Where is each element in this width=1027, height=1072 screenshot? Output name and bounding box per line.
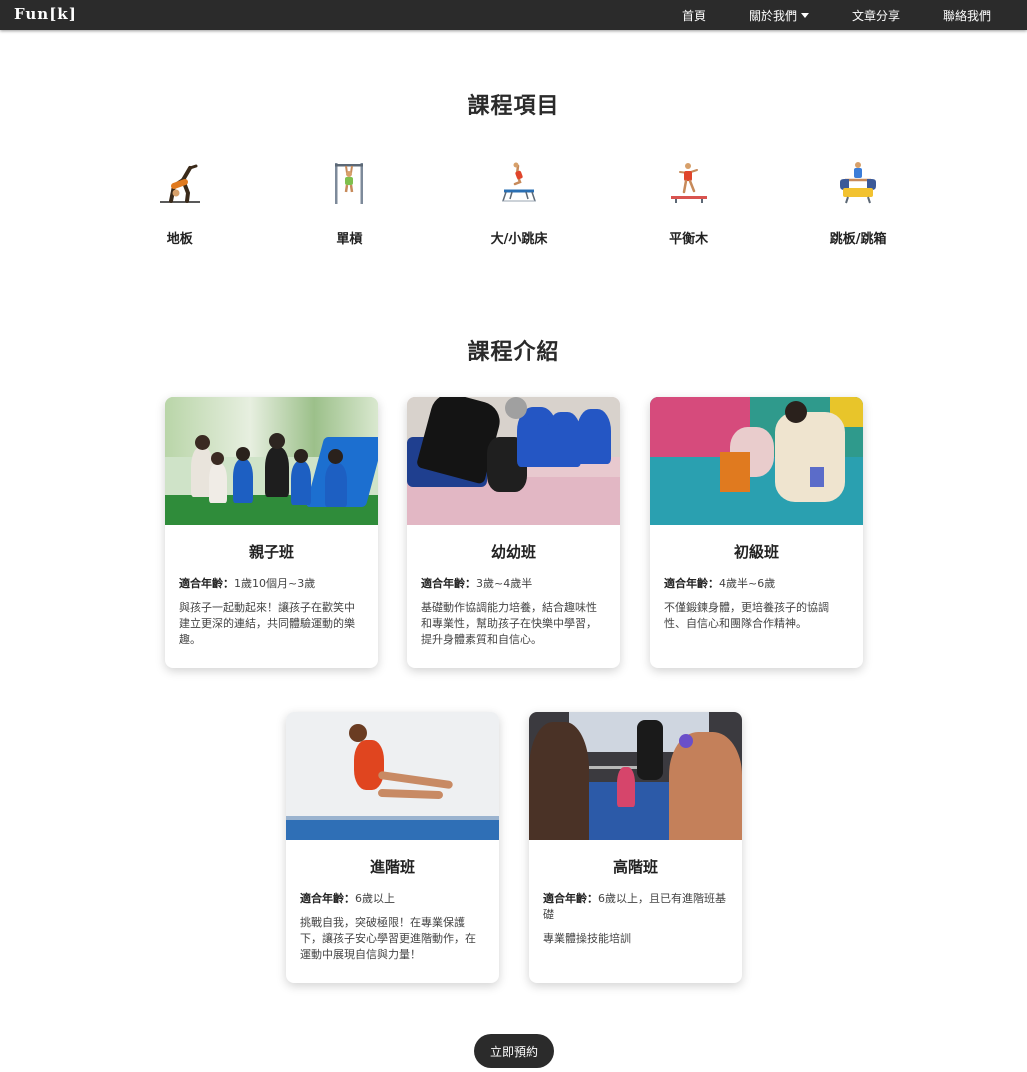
intro-section-title: 課程介紹 (467, 340, 560, 365)
age-prefix: 適合年齡： (179, 577, 234, 590)
age-value: 6歲以上 (355, 892, 395, 905)
course-card-title: 初級班 (733, 543, 779, 561)
balance-beam-icon (670, 163, 707, 203)
caret-down-icon (800, 12, 809, 18)
course-card-advanced[interactable]: 高階班 適合年齡：6歲以上，且已有進階班基礎 專業體操技能培訓 (529, 712, 742, 983)
course-item-label: 地板 (166, 232, 193, 247)
course-card-intermediate[interactable]: 進階班 適合年齡：6歲以上 挑戰自我，突破極限！在專業保護下，讓孩子安心學習更進… (286, 712, 499, 983)
course-card-photo (407, 397, 620, 525)
age-prefix: 適合年齡： (421, 577, 476, 590)
course-card-photo (650, 397, 863, 525)
course-card-body: 親子班 適合年齡：1歲10個月~3歲 與孩子一起動起來！讓孩子在歡笑中建立更深的… (165, 525, 378, 648)
course-card-age: 適合年齡：1歲10個月~3歲 (179, 576, 364, 592)
course-item-floor[interactable]: 地板 (95, 160, 265, 247)
nav-link-articles[interactable]: 文章分享 (852, 7, 900, 24)
course-item-label: 跳板/跳箱 (829, 232, 887, 247)
course-card-photo (165, 397, 378, 525)
course-item-label: 平衡木 (669, 232, 709, 247)
nav-link-home[interactable]: 首頁 (682, 7, 706, 24)
course-card-parent-child[interactable]: 親子班 適合年齡：1歲10個月~3歲 與孩子一起動起來！讓孩子在歡笑中建立更深的… (165, 397, 378, 668)
course-card-description: 與孩子一起動起來！讓孩子在歡笑中建立更深的連結，共同體驗運動的樂趣。 (179, 601, 355, 646)
course-item-label: 大/小跳床 (490, 232, 548, 247)
course-card-title: 幼幼班 (490, 543, 536, 561)
bar-gymnast-icon (335, 163, 364, 204)
course-card-description: 挑戰自我，突破極限！在專業保護下，讓孩子安心學習更進階動作，在運動中展現自信與力… (300, 916, 476, 961)
vault-box-icon (840, 162, 877, 204)
course-card-photo (529, 712, 742, 840)
course-card-description: 基礎動作協調能力培養，結合趣味性和專業性，幫助孩子在快樂中學習，提升身體素質和自… (421, 601, 597, 646)
course-item-balance-beam[interactable]: 平衡木 (604, 160, 774, 247)
course-card-age: 適合年齡：6歲以上 (300, 891, 485, 907)
course-card-photo (286, 712, 499, 840)
book-now-button[interactable]: 立即預約 (474, 1034, 554, 1068)
nav-link-label: 首頁 (681, 8, 706, 23)
course-card-description: 不僅鍛鍊身體，更培養孩子的協調性、自信心和團隊合作精神。 (664, 601, 829, 630)
nav-link-label: 文章分享 (851, 8, 900, 23)
age-prefix: 適合年齡： (543, 892, 598, 905)
course-card-age: 適合年齡：6歲以上，且已有進階班基礎 (543, 891, 728, 923)
course-item-vault[interactable]: 跳板/跳箱 (773, 160, 943, 247)
floor-gymnast-icon (159, 164, 200, 203)
course-card-age: 適合年齡：3歲~4歲半 (421, 576, 606, 592)
nav-link-contact[interactable]: 聯絡我們 (943, 7, 991, 24)
nav-links: 首頁 關於我們 文章分享 聯絡我們 (639, 0, 991, 30)
course-card-body: 幼幼班 適合年齡：3歲~4歲半 基礎動作協調能力培養，結合趣味性和專業性，幫助孩… (407, 525, 620, 648)
course-card-body: 初級班 適合年齡：4歲半~6歲 不僅鍛鍊身體，更培養孩子的協調性、自信心和團隊合… (650, 525, 863, 632)
nav-link-label: 關於我們 (748, 8, 797, 23)
age-value: 1歲10個月~3歲 (234, 577, 316, 590)
nav-link-about-dropdown[interactable]: 關於我們 (749, 7, 809, 24)
courses-section-title: 課程項目 (467, 94, 560, 119)
course-card-title: 進階班 (369, 858, 415, 876)
course-card-beginner[interactable]: 初級班 適合年齡：4歲半~6歲 不僅鍛鍊身體，更培養孩子的協調性、自信心和團隊合… (650, 397, 863, 668)
age-value: 3歲~4歲半 (476, 577, 533, 590)
course-item-trampoline[interactable]: 大/小跳床 (434, 160, 604, 247)
age-prefix: 適合年齡： (300, 892, 355, 905)
course-card-age: 適合年齡：4歲半~6歲 (664, 576, 849, 592)
nav-link-label: 聯絡我們 (942, 8, 991, 23)
course-items-row: 地板 單槓 大/小跳床 平衡木 跳板/跳箱 (95, 160, 943, 247)
course-item-label: 單槓 (336, 232, 363, 247)
course-card-title: 親子班 (248, 543, 294, 561)
course-card-title: 高階班 (612, 858, 658, 876)
navbar: Fun[k] 首頁 關於我們 文章分享 聯絡我們 (0, 0, 1027, 30)
course-card-body: 高階班 適合年齡：6歲以上，且已有進階班基礎 專業體操技能培訓 (529, 840, 742, 947)
trampoline-icon (501, 162, 536, 202)
course-card-body: 進階班 適合年齡：6歲以上 挑戰自我，突破極限！在專業保護下，讓孩子安心學習更進… (286, 840, 499, 963)
course-card-toddler[interactable]: 幼幼班 適合年齡：3歲~4歲半 基礎動作協調能力培養，結合趣味性和專業性，幫助孩… (407, 397, 620, 668)
course-card-description: 專業體操技能培訓 (543, 932, 631, 945)
course-item-bar[interactable]: 單槓 (265, 160, 435, 247)
age-value: 4歲半~6歲 (719, 577, 776, 590)
brand-logo[interactable]: Fun[k] (14, 5, 77, 23)
age-prefix: 適合年齡： (664, 577, 719, 590)
